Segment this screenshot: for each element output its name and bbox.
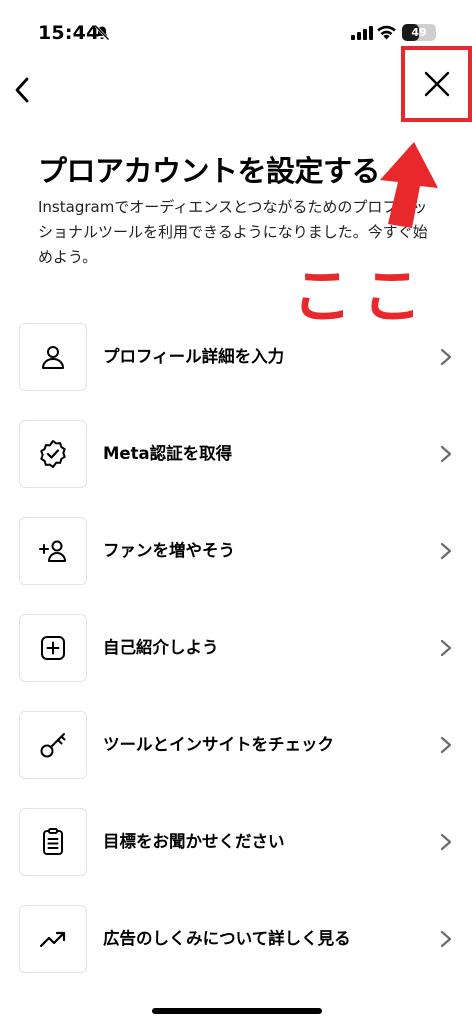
chevron-right-icon bbox=[440, 542, 452, 560]
menu-item-label: プロフィール詳細を入力 bbox=[103, 347, 285, 366]
back-button[interactable] bbox=[4, 70, 40, 110]
chevron-right-icon bbox=[440, 639, 452, 657]
annotation-label: ここ bbox=[292, 262, 432, 332]
status-time: 15:44 bbox=[38, 22, 100, 44]
wifi-icon bbox=[377, 25, 396, 40]
menu-item-label: 目標をお聞かせください bbox=[103, 832, 285, 851]
menu-icon-box bbox=[19, 808, 87, 876]
menu-item-label: Meta認証を取得 bbox=[103, 444, 233, 463]
person-icon bbox=[42, 346, 64, 369]
menu-icon-box bbox=[19, 323, 87, 391]
home-indicator[interactable] bbox=[152, 1008, 322, 1014]
menu-icon-box bbox=[19, 711, 87, 779]
add-square-icon bbox=[41, 636, 65, 660]
page-title: プロアカウントを設定する bbox=[38, 154, 381, 188]
verified-badge-icon bbox=[40, 440, 66, 468]
trending-up-icon bbox=[39, 931, 66, 948]
battery-icon: 49 bbox=[402, 24, 436, 41]
close-button[interactable] bbox=[401, 46, 472, 122]
add-person-icon bbox=[39, 540, 66, 562]
menu-item-label: 広告のしくみについて詳しく見る bbox=[103, 929, 351, 948]
chevron-right-icon bbox=[440, 833, 452, 851]
menu-icon-box bbox=[19, 905, 87, 973]
cellular-signal-icon bbox=[351, 26, 373, 40]
menu-icon-box bbox=[19, 420, 87, 488]
battery-level-text: 49 bbox=[411, 26, 427, 39]
menu-item-meta-verified[interactable]: Meta認証を取得 bbox=[0, 420, 472, 488]
chevron-right-icon bbox=[440, 348, 452, 366]
bell-muted-icon bbox=[95, 25, 110, 41]
menu-item-introduce-yourself[interactable]: 自己紹介しよう bbox=[0, 614, 472, 682]
chevron-right-icon bbox=[440, 736, 452, 754]
key-icon bbox=[40, 733, 66, 758]
menu-item-label: 自己紹介しよう bbox=[103, 638, 219, 657]
menu-icon-box bbox=[19, 517, 87, 585]
annotation-arrow-icon bbox=[380, 142, 438, 228]
menu-item-grow-followers[interactable]: ファンを増やそう bbox=[0, 517, 472, 585]
menu-item-profile-details[interactable]: プロフィール詳細を入力 bbox=[0, 323, 472, 391]
close-icon bbox=[424, 71, 449, 97]
menu-item-goals[interactable]: 目標をお聞かせください bbox=[0, 808, 472, 876]
clipboard-icon bbox=[43, 828, 63, 855]
menu-item-tools-insights[interactable]: ツールとインサイトをチェック bbox=[0, 711, 472, 779]
chevron-right-icon bbox=[440, 445, 452, 463]
chevron-right-icon bbox=[440, 930, 452, 948]
menu-icon-box bbox=[19, 614, 87, 682]
menu-item-ads-info[interactable]: 広告のしくみについて詳しく見る bbox=[0, 905, 472, 973]
menu-item-label: ファンを増やそう bbox=[103, 541, 235, 560]
chevron-left-icon bbox=[15, 77, 29, 103]
menu-item-label: ツールとインサイトをチェック bbox=[103, 735, 334, 754]
